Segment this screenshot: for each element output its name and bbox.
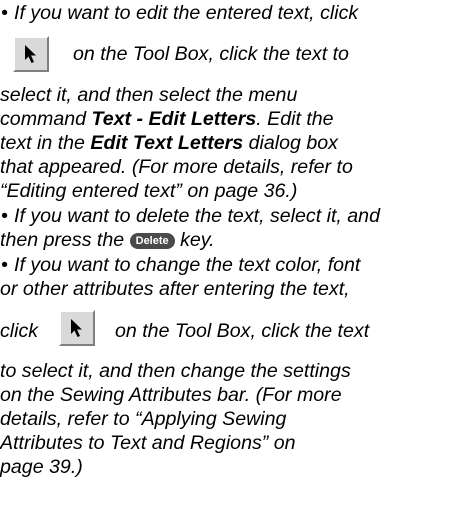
delete-key-icon: Delete <box>129 233 175 249</box>
arrow-select-tool-icon <box>59 310 95 346</box>
line: If you want to edit the entered text, cl… <box>14 2 359 24</box>
menu-command-label: Text - Edit Letters <box>91 108 257 130</box>
line: to select it, and then change the settin… <box>0 360 351 382</box>
arrow-select-tool-icon <box>13 36 49 72</box>
line: “Editing entered text” on page 36.) <box>0 180 298 202</box>
line: text in the Edit Text Letters dialog box <box>0 132 338 154</box>
bullet: • <box>1 2 8 24</box>
line: on the Sewing Attributes bar. (For more <box>0 384 342 406</box>
line: then press the Delete key. <box>0 229 215 251</box>
dialog-name-label: Edit Text Letters <box>90 132 244 154</box>
line: If you want to delete the text, select i… <box>14 205 380 227</box>
line: command Text - Edit Letters. Edit the <box>0 108 334 130</box>
bullet: • <box>1 254 8 276</box>
line: details, refer to “Applying Sewing <box>0 408 287 430</box>
line: that appeared. (For more details, refer … <box>0 156 353 178</box>
line: If you want to change the text color, fo… <box>14 254 361 276</box>
bullet: • <box>1 205 8 227</box>
line: or other attributes after entering the t… <box>0 278 350 300</box>
line: page 39.) <box>0 456 83 478</box>
manual-page: • If you want to edit the entered text, … <box>0 2 380 478</box>
line: Attributes to Text and Regions” on <box>0 432 296 454</box>
line: select it, and then select the menu <box>0 84 298 106</box>
